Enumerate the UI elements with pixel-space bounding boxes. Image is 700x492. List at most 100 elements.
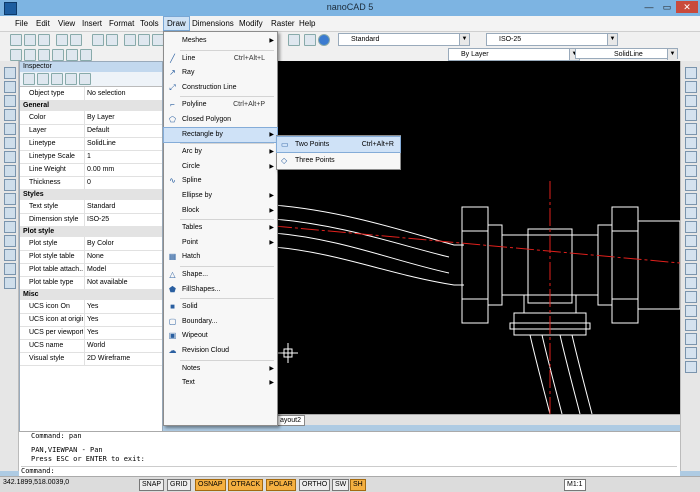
menu-item-revision-cloud[interactable]: ☁ Revision Cloud	[164, 344, 277, 358]
leader-icon[interactable]	[685, 305, 697, 317]
chevron-down-icon[interactable]: ▼	[607, 34, 617, 45]
break-icon[interactable]	[685, 221, 697, 233]
property-row[interactable]: Plot table attach... Model	[20, 263, 162, 277]
distance-icon[interactable]	[685, 347, 697, 359]
toggle-pickadd-icon[interactable]	[79, 73, 91, 85]
point-tool-icon[interactable]	[4, 193, 16, 205]
move-icon[interactable]	[685, 137, 697, 149]
fillet-icon[interactable]	[685, 249, 697, 261]
menu-item-two-points[interactable]: ▭ Two Points Ctrl+Alt+R	[276, 136, 401, 153]
categorize-icon[interactable]	[37, 73, 49, 85]
join-icon[interactable]	[685, 277, 697, 289]
sun-icon[interactable]	[38, 49, 50, 61]
property-row[interactable]: Thickness 0	[20, 176, 162, 190]
property-value[interactable]: 1	[84, 150, 163, 163]
copy-tool-icon[interactable]	[685, 81, 697, 93]
new-file-icon[interactable]	[10, 34, 22, 46]
maximize-button[interactable]: ▭	[658, 1, 676, 13]
spline-tool-icon[interactable]	[4, 165, 16, 177]
rectangle-tool-icon[interactable]	[4, 137, 16, 149]
property-value[interactable]: Standard	[84, 200, 163, 213]
menu-format[interactable]: Format	[106, 17, 137, 30]
filter-icon[interactable]	[51, 73, 63, 85]
select-icon[interactable]	[4, 67, 16, 79]
property-row[interactable]: Color By Layer	[20, 111, 162, 125]
status-toggle-otrack[interactable]: OTRACK	[228, 479, 264, 491]
status-toggle-grid[interactable]: GRID	[167, 479, 191, 491]
menu-item-tables[interactable]: Tables ▶	[164, 221, 277, 235]
area-icon[interactable]	[685, 333, 697, 345]
bulb-icon[interactable]	[24, 49, 36, 61]
copy-icon[interactable]	[138, 34, 150, 46]
measure-icon[interactable]	[685, 319, 697, 331]
menu-item-wipeout[interactable]: ▣ Wipeout	[164, 329, 277, 343]
cut-icon[interactable]	[124, 34, 136, 46]
menu-item-line[interactable]: ╱ Line Ctrl+Alt+L	[164, 52, 277, 66]
menu-view[interactable]: View	[55, 17, 78, 30]
menu-item-point[interactable]: Point ▶	[164, 236, 277, 250]
menu-item-closed-polygon[interactable]: ⬠ Closed Polygon	[164, 113, 277, 127]
layer-manager-icon[interactable]	[10, 49, 22, 61]
menu-item-block[interactable]: Block ▶	[164, 204, 277, 218]
property-value[interactable]: By Layer	[84, 111, 163, 124]
color-icon[interactable]	[66, 49, 78, 61]
zoom-icon[interactable]	[288, 34, 300, 46]
text-tool-icon[interactable]	[4, 221, 16, 233]
sort-icon[interactable]	[23, 73, 35, 85]
menu-item-text[interactable]: Text ▶	[164, 376, 277, 390]
layers-icon[interactable]	[685, 361, 697, 373]
property-value[interactable]: Not available	[84, 276, 163, 289]
ellipse-tool-icon[interactable]	[4, 179, 16, 191]
property-value[interactable]: Yes	[84, 313, 163, 326]
rotate-icon[interactable]	[685, 151, 697, 163]
menu-item-circle[interactable]: Circle ▶	[164, 160, 277, 174]
menu-item-notes[interactable]: Notes ▶	[164, 362, 277, 376]
quick-select-icon[interactable]	[65, 73, 77, 85]
undo-icon[interactable]	[92, 34, 104, 46]
menu-item-ellipse-by[interactable]: Ellipse by ▶	[164, 189, 277, 203]
status-toggle-osnap[interactable]: OSNAP	[195, 479, 226, 491]
extend-icon[interactable]	[685, 207, 697, 219]
menu-item-construction-line[interactable]: ⤢ Construction Line	[164, 81, 277, 95]
layer-select[interactable]: By Layer ▼	[448, 48, 580, 61]
menu-draw[interactable]: Draw	[163, 16, 190, 31]
hatch-tool-icon[interactable]	[4, 207, 16, 219]
redo-icon[interactable]	[106, 34, 118, 46]
open-file-icon[interactable]	[24, 34, 36, 46]
property-row[interactable]: Visual style 2D Wireframe	[20, 352, 162, 366]
property-value[interactable]: Model	[84, 263, 163, 276]
menu-raster[interactable]: Raster	[268, 17, 298, 30]
wipeout-tool-icon[interactable]	[4, 277, 16, 289]
polygon-tool-icon[interactable]	[4, 151, 16, 163]
minimize-button[interactable]: —	[640, 1, 658, 13]
menu-modify[interactable]: Modify	[236, 17, 266, 30]
property-value[interactable]: 0.00 mm	[84, 163, 163, 176]
menu-edit[interactable]: Edit	[33, 17, 53, 30]
save-icon[interactable]	[38, 34, 50, 46]
mirror-icon[interactable]	[685, 95, 697, 107]
property-row[interactable]: UCS per viewport Yes	[20, 326, 162, 340]
image-tool-icon[interactable]	[4, 263, 16, 275]
scale-icon[interactable]	[685, 165, 697, 177]
text-style-select[interactable]: Standard ▼	[338, 33, 470, 46]
property-value[interactable]: 2D Wireframe	[84, 352, 163, 365]
properties-icon[interactable]	[304, 34, 316, 46]
chamfer-icon[interactable]	[685, 235, 697, 247]
menu-dimensions[interactable]: Dimensions	[189, 17, 237, 30]
array-icon[interactable]	[685, 123, 697, 135]
menu-item-fillshapes[interactable]: ⬟ FillShapes...	[164, 283, 277, 297]
property-value[interactable]: Yes	[84, 300, 163, 313]
layer-state-icon[interactable]	[80, 49, 92, 61]
property-row[interactable]: Layer Default	[20, 124, 162, 138]
chevron-down-icon[interactable]: ▼	[667, 49, 677, 60]
tab-layout2[interactable]: ayout2	[276, 415, 306, 426]
menu-item-meshes[interactable]: Meshes ▶	[164, 34, 277, 48]
property-row[interactable]: UCS icon On Yes	[20, 300, 162, 314]
line-tool-icon[interactable]	[4, 81, 16, 93]
chevron-down-icon[interactable]: ▼	[459, 34, 469, 45]
property-row[interactable]: Linetype SolidLine	[20, 137, 162, 151]
property-row[interactable]: Text style Standard	[20, 200, 162, 214]
block-tool-icon[interactable]	[4, 235, 16, 247]
menu-item-solid[interactable]: ■ Solid	[164, 300, 277, 314]
menu-item-hatch[interactable]: ▦ Hatch	[164, 250, 277, 264]
